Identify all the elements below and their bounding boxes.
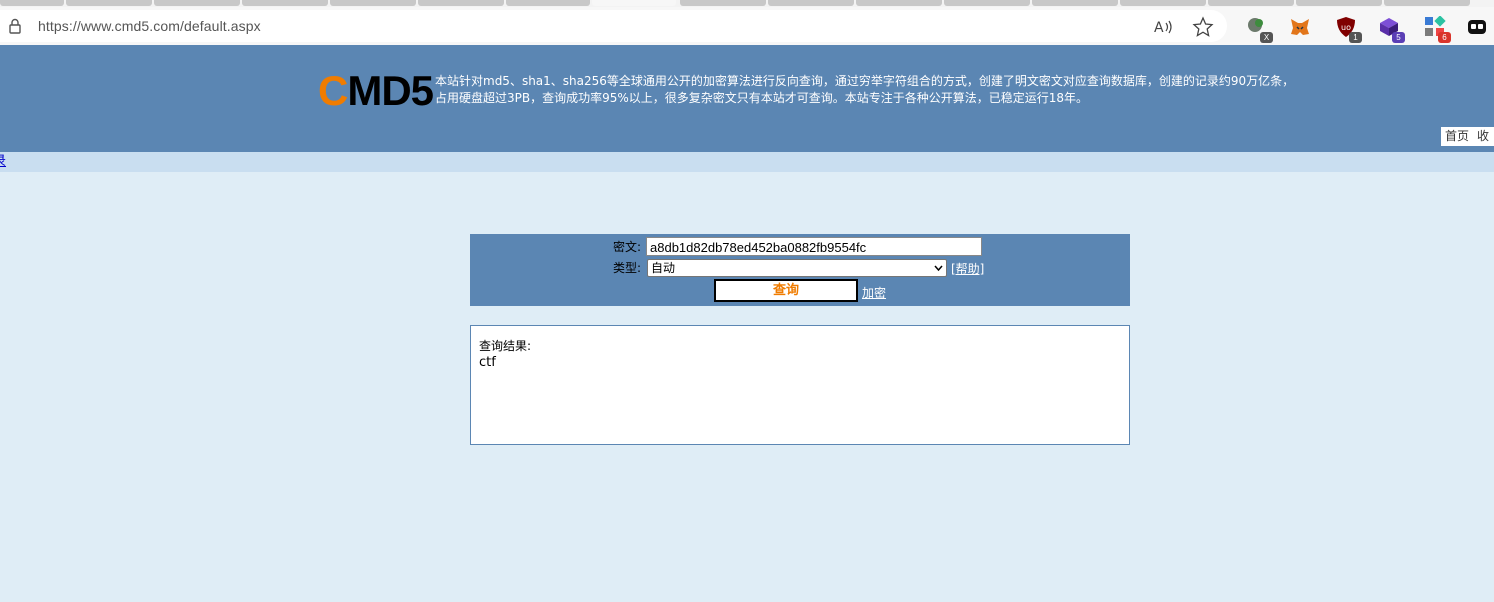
ublock-origin-icon[interactable]: uo 1	[1335, 16, 1362, 43]
favorite-star-icon[interactable]	[1192, 16, 1214, 38]
browser-tab[interactable]	[0, 0, 64, 6]
site-header: CMD5 本站针对md5、sha1、sha256等全球通用公开的加密算法进行反向…	[0, 45, 1494, 152]
sub-bar: 录	[0, 152, 1494, 172]
browser-tab[interactable]	[856, 0, 942, 6]
browser-tab[interactable]	[66, 0, 152, 6]
browser-tab[interactable]	[330, 0, 416, 6]
nav-favorite-link[interactable]: 收	[1477, 129, 1489, 143]
description-line-1: 本站针对md5、sha1、sha256等全球通用公开的加密算法进行反向查询，通过…	[435, 74, 1295, 88]
login-link[interactable]: 录	[0, 154, 6, 170]
browser-tab[interactable]	[1032, 0, 1118, 6]
result-title: 查询结果:	[479, 339, 532, 353]
omnibox[interactable]: https://www.cmd5.com/default.aspx A	[0, 10, 1227, 42]
result-value: ctf	[479, 355, 496, 370]
site-description: 本站针对md5、sha1、sha256等全球通用公开的加密算法进行反向查询，通过…	[435, 73, 1305, 107]
url-text[interactable]: https://www.cmd5.com/default.aspx	[38, 18, 261, 34]
cmd5-logo[interactable]: CMD5	[318, 67, 434, 114]
result-panel: 查询结果: ctf	[470, 325, 1130, 445]
extension-x-icon[interactable]: X	[1246, 16, 1273, 43]
svg-text:A: A	[1154, 20, 1164, 36]
type-selected-value: 自动	[651, 261, 676, 275]
grid-extension-icon[interactable]: 6	[1424, 15, 1451, 43]
browser-tab[interactable]	[1120, 0, 1206, 6]
type-select[interactable]: 自动	[647, 259, 947, 277]
extension-badge: 1	[1349, 32, 1362, 43]
cipher-label: 密文:	[613, 240, 642, 254]
tab-strip	[0, 0, 1494, 7]
mask-extension-icon[interactable]	[1466, 16, 1490, 40]
browser-tab[interactable]	[680, 0, 766, 6]
encrypt-link[interactable]: 加密	[862, 284, 886, 301]
browser-tab[interactable]	[1296, 0, 1382, 6]
help-link[interactable]: [帮助]	[951, 260, 984, 277]
browser-tab-active[interactable]	[592, 0, 676, 6]
purple-cube-extension-icon[interactable]: 5	[1378, 16, 1405, 43]
top-nav: 首页收	[1441, 127, 1494, 146]
description-line-2: 占用硬盘超过3PB，查询成功率95%以上，很多复杂密文只有本站才可查询。本站专注…	[435, 91, 1089, 105]
browser-tab[interactable]	[768, 0, 854, 6]
metamask-fox-icon[interactable]	[1289, 16, 1313, 40]
chevron-down-icon	[934, 265, 943, 272]
address-bar: https://www.cmd5.com/default.aspx A X uo…	[0, 7, 1494, 45]
query-panel: 密文: a8db1d82db78ed452ba0882fb9554fc 类型: …	[470, 234, 1130, 306]
browser-tab[interactable]	[506, 0, 590, 6]
browser-tab[interactable]	[1208, 0, 1294, 6]
read-aloud-icon[interactable]: A	[1152, 16, 1174, 38]
browser-tab[interactable]	[1384, 0, 1470, 6]
nav-home-link[interactable]: 首页	[1445, 129, 1469, 143]
browser-tab[interactable]	[242, 0, 328, 6]
logo-md5: MD5	[347, 67, 434, 114]
ciphertext-input[interactable]: a8db1d82db78ed452ba0882fb9554fc	[646, 237, 982, 256]
browser-tab[interactable]	[418, 0, 504, 6]
lock-icon[interactable]	[8, 18, 22, 34]
extension-badge: 6	[1438, 32, 1451, 43]
logo-c: C	[318, 67, 348, 114]
query-submit-button[interactable]: 查询	[714, 279, 858, 302]
type-label: 类型:	[613, 261, 642, 275]
extension-badge: X	[1260, 32, 1273, 43]
extension-badge: 5	[1392, 32, 1405, 43]
browser-tab[interactable]	[154, 0, 240, 6]
svg-text:uo: uo	[1341, 23, 1351, 32]
browser-tab[interactable]	[944, 0, 1030, 6]
